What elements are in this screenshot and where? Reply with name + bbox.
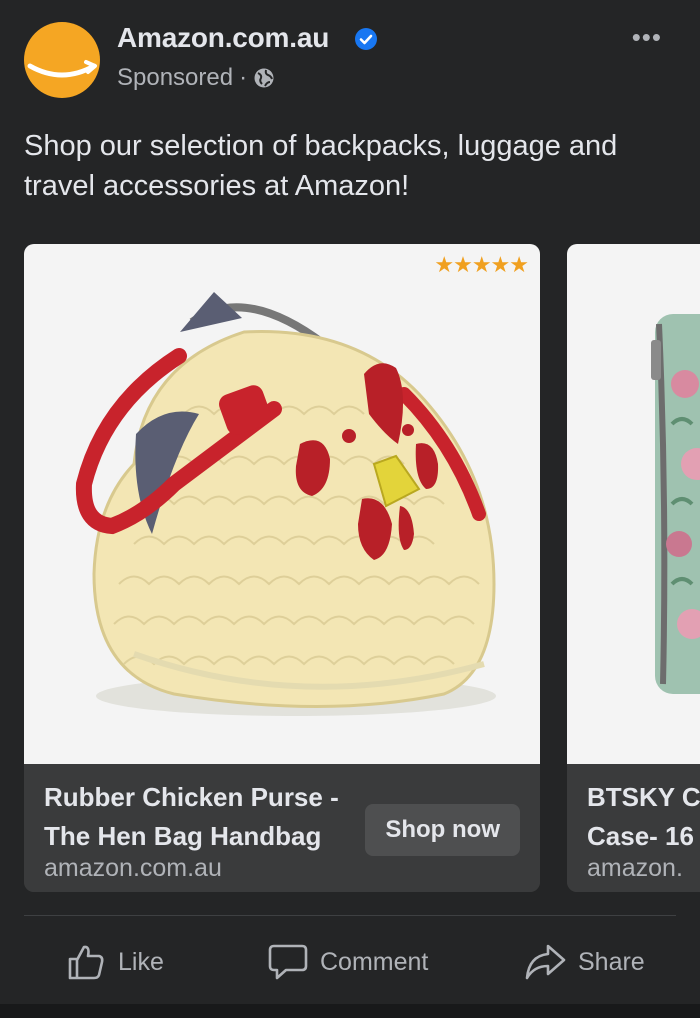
post-meta: Sponsored · — [117, 64, 275, 92]
verified-badge-icon — [355, 28, 377, 50]
floral-case-illustration — [651, 314, 700, 694]
post-actions: Like Comment Share — [0, 930, 700, 994]
share-button[interactable]: Share — [524, 930, 645, 994]
product-title[interactable]: Rubber Chicken Purse - The Hen Bag Handb… — [44, 778, 364, 856]
rating-stars: ★★★★★ — [434, 252, 529, 277]
globe-icon — [254, 68, 274, 88]
chicken-purse-illustration — [75, 292, 496, 716]
comment-button[interactable]: Comment — [268, 930, 428, 994]
product-image[interactable]: ★★★★★ — [24, 244, 540, 764]
post-text: Shop our selection of backpacks, luggage… — [24, 130, 618, 202]
share-arrow-icon — [525, 944, 566, 980]
comment-label: Comment — [320, 947, 429, 976]
amazon-logo-avatar[interactable] — [24, 22, 100, 98]
feed-separator — [0, 1004, 700, 1018]
card-footer: BTSKY C Case- 16 amazon. — [567, 764, 700, 892]
thumbs-up-icon — [68, 945, 104, 980]
product-carousel[interactable]: ★★★★★ Rubber Chicken Purse - The Hen Bag… — [0, 244, 700, 894]
amazon-smile-icon — [27, 60, 97, 78]
product-image[interactable] — [567, 244, 700, 764]
shop-now-button[interactable]: Shop now — [365, 804, 520, 856]
product-domain: amazon.com.au — [44, 854, 222, 882]
card-footer: Rubber Chicken Purse - The Hen Bag Handb… — [24, 764, 540, 892]
product-domain: amazon. — [587, 854, 683, 882]
post-header: Amazon.com.au Sponsored · ••• — [0, 0, 700, 110]
product-title[interactable]: BTSKY C Case- 16 — [587, 778, 700, 856]
more-options-button[interactable]: ••• — [632, 22, 662, 53]
comment-bubble-icon — [268, 944, 308, 980]
carousel-card[interactable]: BTSKY C Case- 16 amazon. — [567, 244, 700, 892]
meta-separator: · — [239, 64, 248, 91]
share-label: Share — [578, 947, 645, 976]
sponsored-label[interactable]: Sponsored — [117, 64, 233, 92]
divider — [24, 915, 676, 916]
like-button[interactable]: Like — [66, 930, 164, 994]
page-name[interactable]: Amazon.com.au — [117, 22, 329, 54]
like-label: Like — [118, 947, 164, 976]
carousel-card[interactable]: ★★★★★ Rubber Chicken Purse - The Hen Bag… — [24, 244, 540, 892]
